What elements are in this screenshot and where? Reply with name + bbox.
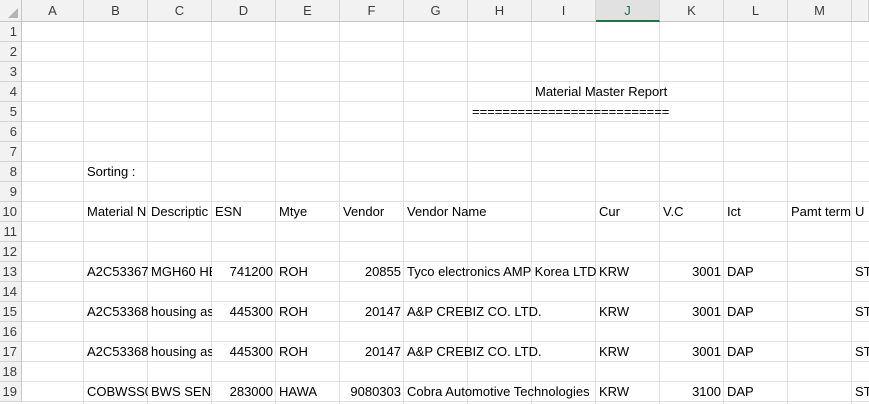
row-header-7[interactable]: 7 (0, 142, 22, 162)
cell-ict[interactable]: DAP (724, 302, 788, 322)
select-all-icon (8, 8, 18, 18)
cell-cur[interactable]: KRW (596, 342, 660, 362)
header-u[interactable]: U (852, 202, 869, 222)
row-header-8[interactable]: 8 (0, 162, 22, 182)
header-vendor-name[interactable]: Vendor Name (404, 202, 596, 222)
row-header-15[interactable]: 15 (0, 302, 22, 322)
header-vendor[interactable]: Vendor (340, 202, 404, 222)
row-header-9[interactable]: 9 (0, 182, 22, 202)
cell-vc[interactable]: 3100 (660, 382, 724, 402)
header-description[interactable]: Descriptic (148, 202, 212, 222)
cell-vendor-name[interactable]: A&P CREBIZ CO. LTD. (404, 342, 596, 362)
row-header-14[interactable]: 14 (0, 282, 22, 302)
header-esn[interactable]: ESN (212, 202, 276, 222)
cell-vendor-name[interactable]: Tyco electronics AMP Korea LTD (404, 262, 596, 282)
cell-ict[interactable]: DAP (724, 262, 788, 282)
cell-mtye[interactable]: ROH (276, 342, 340, 362)
cell-description[interactable]: housing as (148, 342, 212, 362)
cell-vendor[interactable]: 9080303 (340, 382, 404, 402)
cell-mtye[interactable]: ROH (276, 302, 340, 322)
cell-mtye[interactable]: HAWA (276, 382, 340, 402)
cell-esn[interactable]: 445300 (212, 302, 276, 322)
spreadsheet-grid[interactable]: ABCDEFGHIJKLM 1 2 3 4 5 6 7 8 9 10 11 12 13 14 15 16 17 1… (0, 0, 869, 404)
cell-material[interactable]: A2C53368( (84, 342, 148, 362)
row-header-11[interactable]: 11 (0, 222, 22, 242)
cell-esn[interactable]: 445300 (212, 342, 276, 362)
cell-vendor[interactable]: 20147 (340, 342, 404, 362)
row-gridline (22, 141, 869, 142)
cell-description[interactable]: housing as (148, 302, 212, 322)
cell-vc[interactable]: 3001 (660, 262, 724, 282)
row-gridline (22, 61, 869, 62)
row-header-10[interactable]: 10 (0, 202, 22, 222)
row-header-2[interactable]: 2 (0, 42, 22, 62)
cell-vc[interactable]: 3001 (660, 342, 724, 362)
header-material[interactable]: Material N (84, 202, 148, 222)
row-header-12[interactable]: 12 (0, 242, 22, 262)
cell-vendor[interactable]: 20147 (340, 302, 404, 322)
cell-cur[interactable]: KRW (596, 262, 660, 282)
cell-material[interactable]: A2C53367( (84, 262, 148, 282)
row-header-3[interactable]: 3 (0, 62, 22, 82)
row-header-1[interactable]: 1 (0, 22, 22, 42)
row-header-19[interactable]: 19 (0, 382, 22, 402)
row-header-6[interactable]: 6 (0, 122, 22, 142)
column-header-a[interactable]: A (22, 0, 84, 22)
column-header-c[interactable]: C (148, 0, 212, 22)
column-header-l[interactable]: L (724, 0, 788, 22)
cell-vc[interactable]: 3001 (660, 302, 724, 322)
report-underline[interactable]: ========================== (469, 102, 669, 122)
header-mtye[interactable]: Mtye (276, 202, 340, 222)
column-header-f[interactable]: F (340, 0, 404, 22)
cell-vendor-name[interactable]: Cobra Automotive Technologies (404, 382, 596, 402)
row-gridline (22, 241, 869, 242)
cell-esn[interactable]: 741200 (212, 262, 276, 282)
cell-esn[interactable]: 283000 (212, 382, 276, 402)
row-header-18[interactable]: 18 (0, 362, 22, 382)
row-header-17[interactable]: 17 (0, 342, 22, 362)
cell-vendor-name[interactable]: A&P CREBIZ CO. LTD. (404, 302, 596, 322)
row-header-5[interactable]: 5 (0, 102, 22, 122)
cell-description[interactable]: MGH60 HE (148, 262, 212, 282)
column-header-n[interactable] (852, 0, 869, 22)
cell-vendor[interactable]: 20855 (340, 262, 404, 282)
header-ict[interactable]: Ict (724, 202, 788, 222)
cell-description[interactable]: BWS SENS (148, 382, 212, 402)
column-header-k[interactable]: K (660, 0, 724, 22)
cell-material[interactable]: COBWSS0 (84, 382, 148, 402)
cell-cur[interactable]: KRW (596, 302, 660, 322)
column-header-b[interactable]: B (84, 0, 148, 22)
row-gridline (22, 81, 869, 82)
select-all-button[interactable] (0, 0, 22, 22)
cell-u[interactable]: ST (852, 382, 869, 402)
column-header-i[interactable]: I (532, 0, 596, 22)
column-header-e[interactable]: E (276, 0, 340, 22)
column-header-d[interactable]: D (212, 0, 276, 22)
row-gridline (22, 101, 869, 102)
cell-cur[interactable]: KRW (596, 382, 660, 402)
column-header-h[interactable]: H (468, 0, 532, 22)
cell-mtye[interactable]: ROH (276, 262, 340, 282)
cell-u[interactable]: ST (852, 302, 869, 322)
row-gridline (22, 121, 869, 122)
column-header-j[interactable]: J (596, 0, 660, 22)
row-gridline (22, 41, 869, 42)
sorting-label[interactable]: Sorting : (84, 162, 154, 182)
cell-u[interactable]: ST (852, 262, 869, 282)
cell-ict[interactable]: DAP (724, 382, 788, 402)
header-pamt-term[interactable]: Pamt term (788, 202, 852, 222)
cell-ict[interactable]: DAP (724, 342, 788, 362)
header-cur[interactable]: Cur (596, 202, 660, 222)
column-header-m[interactable]: M (788, 0, 852, 22)
column-header-g[interactable]: G (404, 0, 468, 22)
row-header-4[interactable]: 4 (0, 82, 22, 102)
header-vc[interactable]: V.C (660, 202, 724, 222)
cell-material[interactable]: A2C53368( (84, 302, 148, 322)
cell-u[interactable]: ST (852, 342, 869, 362)
row-header-13[interactable]: 13 (0, 262, 22, 282)
row-header-16[interactable]: 16 (0, 322, 22, 342)
report-title[interactable]: Material Master Report (532, 82, 692, 102)
